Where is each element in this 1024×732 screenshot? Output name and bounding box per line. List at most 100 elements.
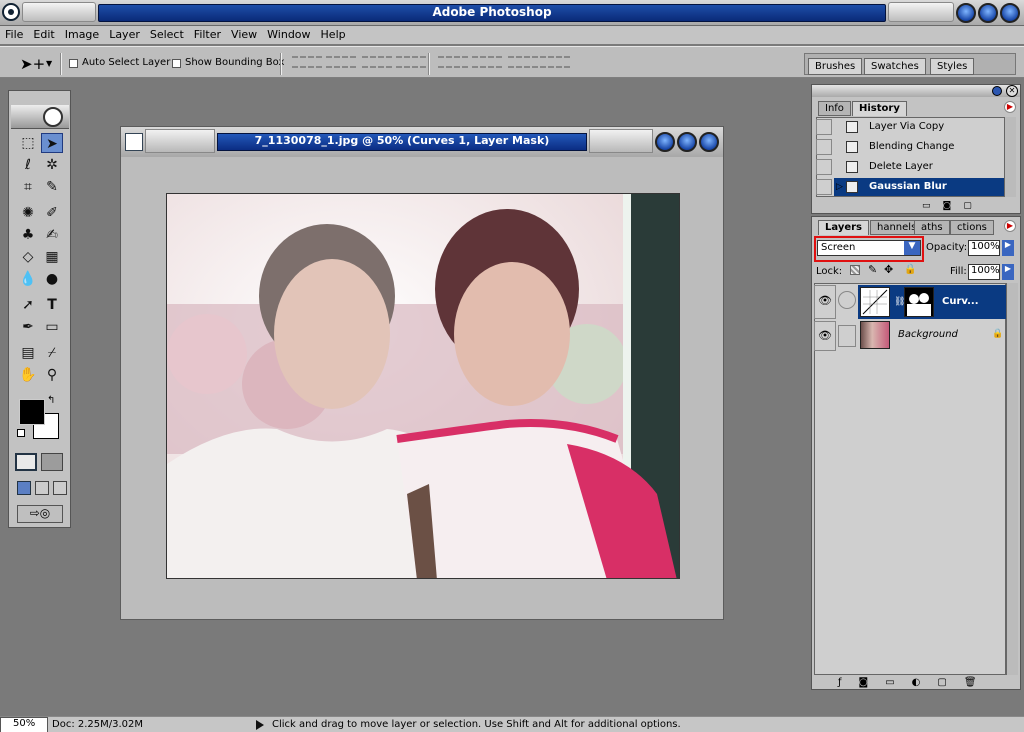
history-brush-tool-icon[interactable]: ✍ [41, 225, 63, 245]
doc-close-button[interactable] [699, 132, 719, 152]
history-item[interactable]: Blending Change [816, 138, 1004, 156]
history-snapshot-box[interactable] [816, 159, 832, 175]
document-icon[interactable] [125, 133, 143, 151]
standard-mode-icon[interactable] [15, 453, 37, 471]
history-item[interactable]: Layer Via Copy [816, 118, 1004, 136]
history-snapshot-box[interactable] [816, 139, 832, 155]
lock-image-icon[interactable]: ✎ [868, 263, 877, 276]
lasso-tool-icon[interactable]: ℓ [17, 155, 39, 175]
maximize-button[interactable] [978, 3, 998, 23]
distribute-top-icon[interactable] [438, 56, 468, 68]
magic-wand-tool-icon[interactable]: ✲ [41, 155, 63, 175]
doc-maximize-button[interactable] [677, 132, 697, 152]
menu-layer[interactable]: Layer [104, 26, 145, 44]
palette-menu-icon[interactable]: ▶ [1004, 220, 1016, 232]
distribute-left-icon[interactable] [508, 56, 538, 68]
lock-all-icon[interactable]: 🔒 [904, 264, 916, 275]
palette-minimize-icon[interactable] [992, 86, 1002, 96]
blend-mode-select[interactable]: Screen ▼ [817, 240, 921, 256]
quick-mask-mode-icon[interactable] [41, 453, 63, 471]
marquee-tool-icon[interactable]: ⬚ [17, 133, 39, 153]
menu-select[interactable]: Select [145, 26, 189, 44]
bounding-box-checkbox[interactable] [172, 59, 181, 68]
distribute-center-icon[interactable] [472, 56, 502, 68]
tab-styles[interactable]: Styles [930, 58, 975, 75]
zoom-field[interactable]: 50% [0, 717, 48, 732]
tab-actions[interactable]: ctions [950, 220, 994, 235]
default-colors-icon[interactable] [17, 429, 25, 437]
lock-position-icon[interactable]: ✥ [884, 263, 893, 276]
path-selection-tool-icon[interactable]: ➚ [17, 295, 39, 315]
history-footer-icons[interactable]: ▭◙▢ [922, 201, 984, 211]
menu-image[interactable]: Image [60, 26, 104, 44]
notes-tool-icon[interactable]: ▤ [17, 343, 39, 363]
foreground-color-swatch-top[interactable] [19, 399, 45, 425]
layer-row-background[interactable]: 👁 Background 🔒 [814, 321, 1006, 355]
layer-link-box[interactable] [838, 325, 856, 347]
align-top-icon[interactable] [292, 56, 322, 68]
history-scrollbar[interactable] [1004, 117, 1016, 197]
swap-colors-icon[interactable]: ↰ [47, 395, 55, 406]
hand-tool-icon[interactable]: ✋ [17, 365, 39, 385]
fill-input[interactable]: 100% [968, 264, 1000, 280]
history-snapshot-box[interactable] [816, 119, 832, 135]
history-item[interactable]: Delete Layer [816, 158, 1004, 176]
layers-scrollbar[interactable] [1006, 283, 1018, 675]
menu-help[interactable]: Help [316, 26, 351, 44]
palette-menu-icon[interactable]: ▶ [1004, 101, 1016, 113]
slice-tool-icon[interactable]: ✎ [41, 177, 63, 197]
layers-footer-icons[interactable]: ƒ◙▭◐▢🗑 [838, 677, 994, 688]
tab-info[interactable]: Info [818, 101, 851, 116]
eraser-tool-icon[interactable]: ◇ [17, 247, 39, 267]
palette-close-icon[interactable]: ✕ [1006, 85, 1018, 97]
tab-swatches[interactable]: Swatches [864, 58, 926, 75]
gradient-tool-icon[interactable]: ▦ [41, 247, 63, 267]
align-vcenter-icon[interactable] [326, 56, 356, 68]
image-canvas[interactable] [166, 193, 680, 579]
menu-view[interactable]: View [226, 26, 262, 44]
healing-brush-tool-icon[interactable]: ✺ [17, 203, 39, 223]
blur-tool-icon[interactable]: 💧 [17, 269, 39, 289]
chevron-down-icon[interactable]: ▼ [904, 241, 920, 255]
photoshop-app-icon[interactable] [2, 3, 20, 21]
fill-slider-arrow-icon[interactable]: ▶ [1002, 264, 1014, 280]
menu-edit[interactable]: Edit [28, 26, 59, 44]
jump-to-imageready-icon[interactable]: ⇨◎ [17, 505, 63, 523]
eye-icon[interactable]: 👁 [814, 321, 836, 351]
pen-tool-icon[interactable]: ✒ [17, 317, 39, 337]
layer-mask-link-icon[interactable] [838, 291, 856, 309]
history-state-marker-icon[interactable]: ▷ [836, 182, 843, 192]
curves-adjustment-icon[interactable] [860, 287, 890, 317]
shape-tool-icon[interactable]: ▭ [41, 317, 63, 337]
status-menu-arrow-icon[interactable] [256, 720, 264, 730]
move-tool-icon[interactable]: ➤ [41, 133, 63, 153]
menu-file[interactable]: File [0, 26, 28, 44]
tab-layers[interactable]: Layers [818, 220, 869, 235]
minimize-button[interactable] [956, 3, 976, 23]
standard-screen-mode-icon[interactable] [17, 481, 31, 495]
chevron-down-icon[interactable]: ▼ [46, 59, 52, 68]
align-bottom-icon[interactable] [362, 56, 392, 68]
menu-window[interactable]: Window [262, 26, 315, 44]
menu-filter[interactable]: Filter [189, 26, 226, 44]
background-layer-thumbnail[interactable] [860, 321, 890, 349]
tab-brushes[interactable]: Brushes [808, 58, 863, 75]
history-snapshot-box[interactable] [816, 179, 832, 195]
opacity-input[interactable]: 100% [968, 240, 1000, 256]
clone-stamp-tool-icon[interactable]: ♣ [17, 225, 39, 245]
full-screen-mode-icon[interactable] [53, 481, 67, 495]
doc-minimize-button[interactable] [655, 132, 675, 152]
eyedropper-tool-icon[interactable]: ⌿ [41, 343, 63, 363]
layer-row-curves[interactable]: 👁 ⛓ Curv... [814, 285, 1006, 319]
eye-icon[interactable]: 👁 [814, 285, 836, 319]
zoom-tool-icon[interactable]: ⚲ [41, 365, 63, 385]
history-item-selected[interactable]: ▷ Gaussian Blur [816, 178, 1006, 196]
move-tool-preset-icon[interactable]: ➤+ [20, 55, 45, 73]
layer-mask-thumbnail[interactable] [904, 287, 934, 317]
brush-tool-icon[interactable]: ✐ [41, 203, 63, 223]
align-left-icon[interactable] [396, 56, 426, 68]
distribute-right-icon[interactable] [540, 56, 570, 68]
lock-transparency-icon[interactable] [850, 265, 860, 275]
adobe-online-icon[interactable] [43, 107, 63, 127]
tab-paths[interactable]: aths [914, 220, 950, 235]
